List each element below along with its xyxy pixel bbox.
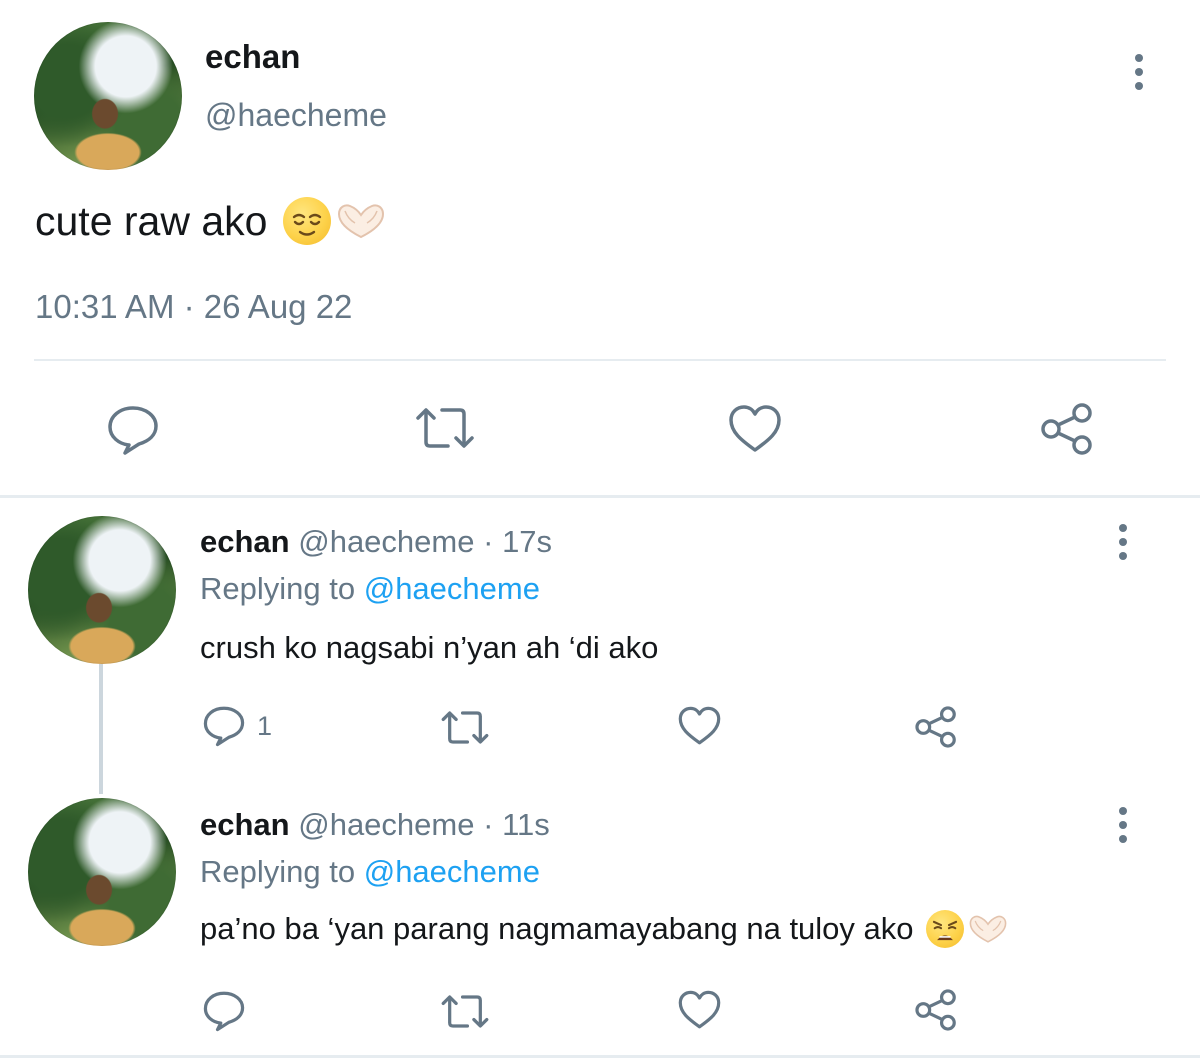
share-icon[interactable]	[1038, 400, 1096, 458]
reply-header: echan @haecheme · 11s	[200, 807, 550, 843]
author-handle[interactable]: @haecheme	[298, 524, 474, 559]
replying-to: Replying to @haecheme	[200, 854, 540, 890]
retweet-icon[interactable]	[440, 992, 490, 1031]
replying-to-label: Replying to	[200, 854, 356, 889]
author-name[interactable]: echan	[200, 807, 290, 842]
reply-text: crush ko nagsabi n’yan ah ‘di ako	[200, 630, 659, 665]
section-divider	[0, 1055, 1200, 1058]
replying-to-link[interactable]: @haecheme	[364, 854, 540, 889]
divider	[34, 359, 1166, 361]
heart-hands-emoji-icon	[967, 913, 1009, 945]
tweet-text-row: cute raw ako	[35, 197, 387, 245]
like-icon[interactable]	[727, 404, 783, 454]
author-name[interactable]: echan	[205, 38, 300, 76]
replying-to: Replying to @haecheme	[200, 571, 540, 607]
author-name[interactable]: echan	[200, 524, 290, 559]
author-handle[interactable]: @haecheme	[205, 97, 387, 134]
reply-count: 1	[257, 711, 273, 741]
reply-text-row: pa’no ba ‘yan parang nagmamayabang na tu…	[200, 910, 1009, 948]
retweet-icon[interactable]	[440, 708, 490, 747]
share-icon[interactable]	[913, 704, 959, 750]
reply-time[interactable]: 17s	[502, 524, 552, 559]
relieved-face-emoji-icon	[283, 197, 332, 245]
thread-line	[99, 664, 103, 794]
avatar[interactable]	[34, 22, 182, 170]
retweet-icon[interactable]	[414, 404, 476, 452]
separator-dot: ·	[483, 807, 494, 842]
reply-text: pa’no ba ‘yan parang nagmamayabang na tu…	[200, 911, 914, 946]
reply-icon[interactable]	[202, 705, 246, 747]
heart-hands-emoji-icon	[335, 201, 387, 241]
weary-face-emoji-icon	[925, 910, 964, 948]
avatar[interactable]	[28, 516, 176, 664]
tweet-text: cute raw ako	[35, 197, 268, 244]
author-handle[interactable]: @haecheme	[298, 807, 474, 842]
replying-to-label: Replying to	[200, 571, 356, 606]
reply-time[interactable]: 11s	[502, 807, 550, 842]
share-icon[interactable]	[913, 987, 959, 1033]
more-options-icon[interactable]	[1134, 54, 1144, 90]
like-icon[interactable]	[677, 990, 722, 1030]
tweet-timestamp[interactable]: 10:31 AM · 26 Aug 22	[35, 288, 352, 326]
more-options-icon[interactable]	[1118, 807, 1128, 843]
more-options-icon[interactable]	[1118, 524, 1128, 560]
like-icon[interactable]	[677, 706, 722, 746]
reply-header: echan @haecheme · 17s	[200, 524, 552, 560]
avatar[interactable]	[28, 798, 176, 946]
reply-icon[interactable]	[202, 990, 246, 1032]
section-divider	[0, 495, 1200, 498]
replying-to-link[interactable]: @haecheme	[364, 571, 540, 606]
reply-icon[interactable]	[106, 404, 160, 456]
separator-dot: ·	[483, 524, 494, 559]
